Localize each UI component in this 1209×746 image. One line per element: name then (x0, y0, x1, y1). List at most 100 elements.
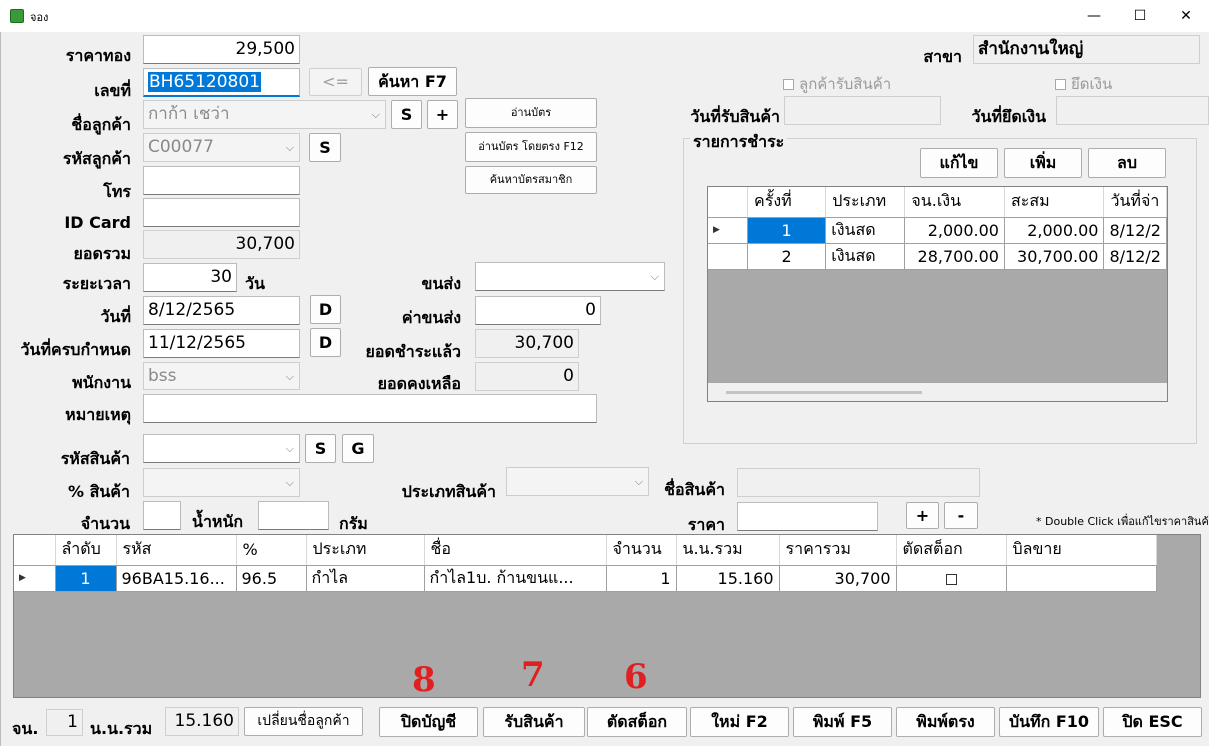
customer-code-combo[interactable]: C00077 ⌵ (143, 133, 300, 162)
read-card-direct-button[interactable]: อ่านบัตร โดยตรง F12 (465, 132, 597, 162)
column-header[interactable]: ลำดับ (55, 535, 117, 566)
close-esc-button[interactable]: ปิด ESC (1103, 707, 1202, 737)
column-header[interactable]: น.น.รวม (676, 535, 780, 566)
items-grid[interactable]: ลำดับ รหัส % ประเภท ชื่อ จำนวน น.น.รวม ร… (13, 534, 1201, 698)
column-header[interactable]: ชื่อ (424, 535, 607, 566)
table-row[interactable]: ▶ 1 เงินสด 2,000.00 2,000.00 8/12/2 (708, 217, 1167, 244)
customer-code-value: C00077 (148, 137, 214, 157)
column-header[interactable]: รหัส (116, 535, 237, 566)
payment-cumulative[interactable]: 30,700.00 (1004, 243, 1105, 270)
date-picker-button[interactable]: D (310, 295, 341, 324)
column-header[interactable]: % (236, 535, 307, 566)
cut-stock-button[interactable]: ตัดสต็อก (587, 707, 687, 737)
payment-type[interactable]: เงินสด (825, 243, 906, 270)
customer-name-combo[interactable]: กาก้า เชว่า ⌵ (143, 100, 386, 129)
percent-combo[interactable]: ⌵ (143, 468, 300, 497)
edit-payment-button[interactable]: แก้ไข (920, 148, 998, 178)
column-header[interactable]: ตัดสต็อก (896, 535, 1007, 566)
minimize-button[interactable]: — (1071, 0, 1117, 32)
item-bill[interactable] (1006, 565, 1157, 592)
customer-received-checkbox[interactable]: ลูกค้ารับสินค้า (783, 72, 891, 96)
gold-price-field[interactable]: 29,500 (143, 35, 300, 64)
search-f7-button[interactable]: ค้นหา F7 (368, 67, 457, 96)
product-name-label: ชื่อสินค้า (664, 480, 725, 499)
remove-item-button[interactable]: - (944, 502, 978, 529)
add-payment-button[interactable]: เพิ่ม (1004, 148, 1082, 178)
column-header[interactable]: สะสม (1004, 187, 1105, 218)
product-s-button[interactable]: S (305, 434, 336, 463)
payment-type[interactable]: เงินสด (825, 217, 906, 244)
column-header[interactable]: วันที่จ่า (1103, 187, 1167, 218)
payment-no[interactable]: 2 (747, 243, 827, 270)
close-window-button[interactable]: ✕ (1163, 0, 1209, 32)
customer-s-button[interactable]: S (391, 100, 422, 129)
duration-field[interactable]: 30 (143, 263, 237, 292)
print-button[interactable]: พิมพ์ F5 (793, 707, 892, 737)
product-type-combo[interactable]: ⌵ (506, 467, 649, 496)
column-header[interactable]: ราคารวม (779, 535, 897, 566)
checkbox-icon (945, 573, 957, 585)
due-date-picker-button[interactable]: D (310, 328, 341, 357)
item-name[interactable]: กำไล1บ. ก้านขนแ... (424, 565, 607, 592)
payment-amount[interactable]: 2,000.00 (904, 217, 1005, 244)
shipping-cost-label: ค่าขนส่ง (401, 308, 461, 327)
print-direct-button[interactable]: พิมพ์ตรง (896, 707, 995, 737)
weight-total-field: 15.160 (165, 707, 239, 736)
shipping-cost-field[interactable]: 0 (475, 296, 601, 325)
price-field[interactable] (737, 502, 878, 531)
seize-date-label: วันที่ยึดเงิน (971, 107, 1046, 126)
item-weight[interactable]: 15.160 (676, 565, 780, 592)
horizontal-scrollbar[interactable] (708, 383, 1167, 401)
item-percent[interactable]: 96.5 (236, 565, 307, 592)
delete-payment-button[interactable]: ลบ (1088, 148, 1166, 178)
column-header[interactable]: บิลขาย (1006, 535, 1157, 566)
payments-grid[interactable]: ครั้งที่ ประเภท จน.เงิน สะสม วันที่จ่า ▶… (707, 186, 1168, 402)
seize-money-checkbox[interactable]: ยึดเงิน (1055, 72, 1112, 96)
item-type[interactable]: กำไล (306, 565, 425, 592)
due-date-field[interactable]: 11/12/2565 (143, 329, 300, 358)
payment-amount[interactable]: 28,700.00 (904, 243, 1005, 270)
save-button[interactable]: บันทึก F10 (999, 707, 1099, 737)
payment-no[interactable]: 1 (747, 217, 827, 244)
doc-no-label: เลขที่ (94, 81, 131, 100)
note-field[interactable] (143, 394, 597, 423)
column-header[interactable]: ประเภท (306, 535, 425, 566)
add-item-button[interactable]: + (906, 502, 939, 529)
item-seq[interactable]: 1 (55, 565, 117, 592)
date-field[interactable]: 8/12/2565 (143, 296, 300, 325)
new-button[interactable]: ใหม่ F2 (690, 707, 789, 737)
back-button[interactable]: <= (309, 68, 362, 96)
change-customer-button[interactable]: เปลี่ยนชื่อลูกค้า (244, 707, 363, 736)
id-card-field[interactable] (143, 198, 300, 227)
cut-stock-checkbox[interactable] (896, 565, 1007, 592)
column-header[interactable]: ประเภท (825, 187, 906, 218)
title-bar (0, 0, 1209, 32)
payment-date[interactable]: 8/12/2 (1103, 243, 1167, 270)
doc-no-field[interactable]: BH65120801 (143, 68, 300, 97)
qty-field[interactable] (143, 501, 181, 530)
customer-code-s-button[interactable]: S (309, 133, 341, 162)
product-code-combo[interactable]: ⌵ (143, 434, 300, 463)
phone-field[interactable] (143, 166, 300, 195)
column-header[interactable]: จน.เงิน (904, 187, 1005, 218)
search-member-button[interactable]: ค้นหาบัตรสมาชิก (465, 166, 597, 194)
maximize-button[interactable]: ☐ (1117, 0, 1163, 32)
column-header[interactable]: ครั้งที่ (747, 187, 827, 218)
table-row[interactable]: ▶ 1 96BA15.16... 96.5 กำไล กำไล1บ. ก้านข… (14, 565, 1157, 592)
scrollbar-thumb[interactable] (726, 391, 922, 394)
close-account-button[interactable]: ปิดบัญชี (379, 707, 478, 737)
item-code[interactable]: 96BA15.16... (116, 565, 237, 592)
add-customer-button[interactable]: + (427, 100, 458, 129)
receive-goods-button[interactable]: รับสินค้า (483, 707, 585, 737)
employee-combo[interactable]: bss ⌵ (143, 362, 300, 390)
item-qty[interactable]: 1 (606, 565, 677, 592)
payment-date[interactable]: 8/12/2 (1103, 217, 1167, 244)
payment-cumulative[interactable]: 2,000.00 (1004, 217, 1105, 244)
item-price[interactable]: 30,700 (779, 565, 897, 592)
table-row[interactable]: 2 เงินสด 28,700.00 30,700.00 8/12/2 (708, 243, 1167, 270)
read-card-button[interactable]: อ่านบัตร (465, 98, 597, 128)
shipping-combo[interactable]: ⌵ (475, 262, 665, 291)
weight-field[interactable] (258, 501, 329, 530)
product-g-button[interactable]: G (342, 434, 374, 463)
column-header[interactable]: จำนวน (606, 535, 677, 566)
